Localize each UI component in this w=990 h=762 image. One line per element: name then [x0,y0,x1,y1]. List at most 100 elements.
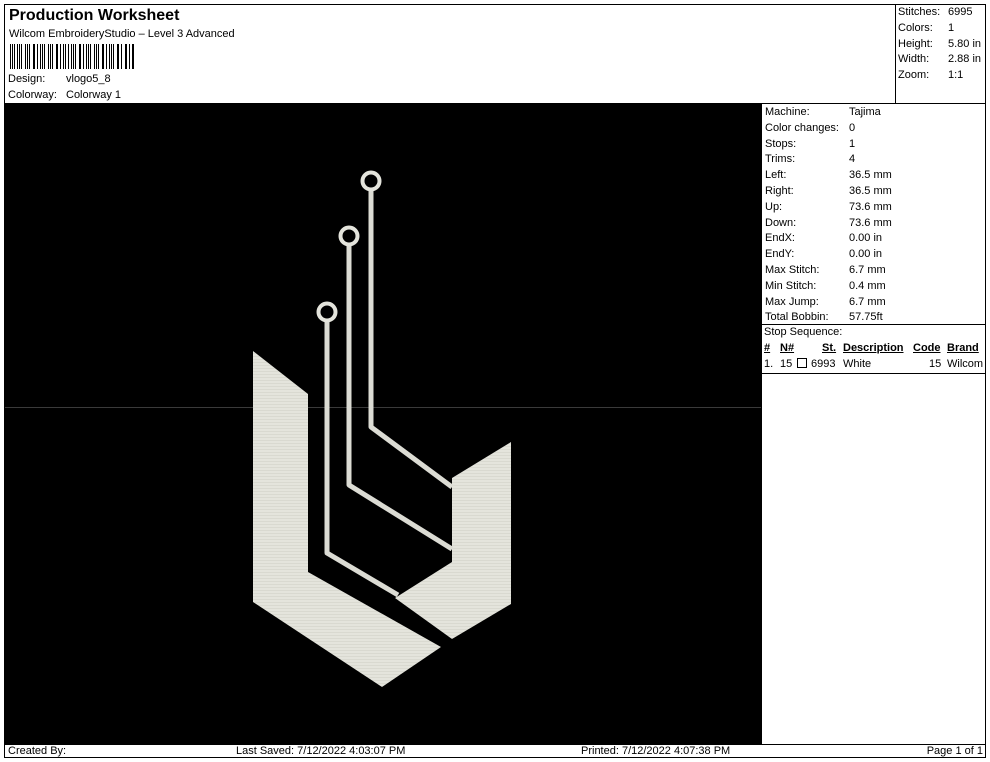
barcode-bar [34,44,36,69]
height-label: Height: [898,37,933,50]
info-value: 1 [849,137,856,150]
width-row: Width: 2.88 in [898,52,984,68]
stop-brand: Wilcom [947,358,984,370]
circuit-line-outer [324,321,400,598]
stop-sequence-label: Stop Sequence: [764,326,843,338]
barcode-bar [17,44,19,69]
worksheet-footer: Created By: Last Saved: 7/12/2022 4:03:0… [5,744,986,758]
zoom-row: Zoom: 1:1 [898,68,984,84]
stop-needle: 15 [780,358,793,370]
stitches-value: 6995 [948,6,973,18]
info-value: 0 [849,121,856,134]
info-label: Max Stitch: [765,264,820,276]
barcode-bar [125,44,127,69]
barcode-bar [87,44,89,69]
circuit-line-inner [368,187,454,490]
col-brand-header: Brand [947,342,979,354]
barcode-bar [44,44,45,69]
page-number: Page 1 of 1 [926,745,983,757]
machine-info-panel: Machine: Tajima Color changes: 0 Stops: 1 Trim… [761,103,986,744]
info-row: Right: 36.5 mm [765,184,892,199]
barcode-bar [102,44,104,69]
info-value: 6.7 mm [849,264,886,276]
info-value: 73.6 mm [849,200,892,213]
info-row: Down: 73.6 mm [765,216,892,231]
terminal-circle-top [360,170,382,192]
design-label: Design: [8,73,46,85]
barcode-bar [108,44,110,69]
info-row: EndX: 0.00 in [765,231,882,246]
barcode-bar [93,44,95,69]
page-title: Production Worksheet [9,7,180,24]
colorway-label: Colorway: [8,89,57,101]
info-label: Stops: [765,137,797,150]
colors-label: Colors: [898,21,933,34]
barcode [10,44,136,69]
colorway-row: Colorway: Colorway 1 [8,89,121,101]
info-row: Trims: 4 [765,152,855,167]
circuit-lines [324,187,454,598]
barcode-bar [24,44,26,69]
colors-row: Colors: 1 [898,21,984,37]
stop-stitches: 6993 [811,358,836,370]
info-label: Color changes: [765,121,839,134]
info-value: 36.5 mm [849,169,892,182]
info-label: Left: [765,169,787,182]
info-label: Right: [765,185,794,197]
info-value: 36.5 mm [849,185,892,197]
barcode-bar [10,44,11,69]
barcode-bar [47,44,49,69]
width-label: Width: [898,53,930,66]
info-value: 0.00 in [849,248,883,261]
terminal-circle-bottom [316,301,338,323]
info-value: 4 [849,153,856,166]
info-label: EndY: [765,248,795,261]
info-value: 73.6 mm [849,216,892,229]
height-row: Height: 5.80 in [898,37,984,53]
info-row: Up: 73.6 mm [765,200,892,215]
col-description-header: Description [843,342,904,354]
right-fill-block [395,442,511,639]
col-num-header: # [764,342,771,354]
stop-num: 1. [764,358,774,370]
info-row: Color changes: 0 [765,121,855,136]
info-label: Max Jump: [765,295,819,308]
stitches-label: Stitches: [898,6,941,18]
worksheet-page: Production Worksheet Wilcom EmbroiderySt… [4,4,986,758]
barcode-bar [59,44,61,69]
info-label: Down: [765,216,797,229]
created-by: Created By: [8,745,67,757]
barcode-bar [32,44,34,69]
design-row: Design: vlogo5_8 [8,73,111,85]
stitches-row: Stitches: 6995 [898,5,984,21]
info-value: 0.4 mm [849,279,886,292]
software-name: Wilcom EmbroideryStudio – Level 3 Advanc… [9,28,235,40]
col-code-header: Code [913,342,941,354]
info-row: EndY: 0.00 in [765,247,882,262]
design-canvas [5,103,761,744]
info-row: Stops: 1 [765,137,855,152]
info-value: Tajima [849,106,881,118]
barcode-bar [133,44,134,69]
colorway-value: Colorway 1 [66,89,122,101]
barcode-bar [64,44,66,69]
thread-color-swatch [797,358,807,368]
terminal-circle-middle [338,225,360,247]
colors-value: 1 [948,21,955,34]
stop-sequence-table: Stop Sequence: # N# St. Description Code… [762,324,986,374]
info-label: Machine: [765,106,810,118]
info-row: Left: 36.5 mm [765,168,892,183]
circuit-line-middle [346,244,454,552]
zoom-value: 1:1 [948,69,964,82]
info-label: Up: [765,200,783,213]
worksheet-header: Production Worksheet Wilcom EmbroiderySt… [5,5,895,103]
col-needle-header: N# [780,342,795,354]
info-row: Machine: Tajima [765,105,881,120]
info-value: 0.00 in [849,232,883,245]
info-label: Trims: [765,153,796,166]
embroidery-design [253,170,511,687]
height-value: 5.80 in [948,37,982,50]
barcode-bar [110,44,112,69]
info-row: Min Stitch: 0.4 mm [765,279,886,294]
barcode-bar [85,44,87,69]
